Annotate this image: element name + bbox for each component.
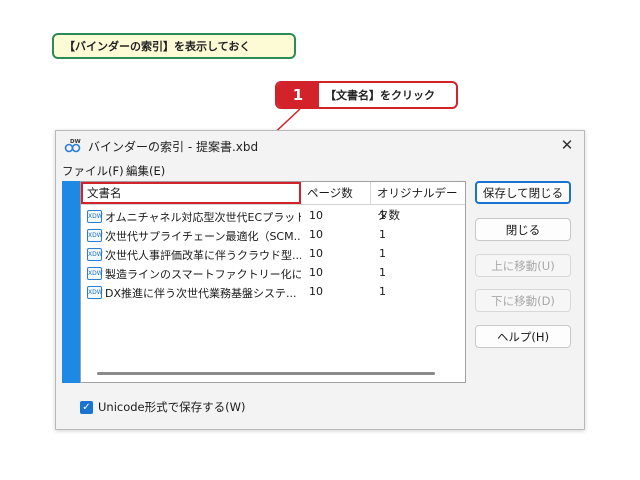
- table-row[interactable]: XDW 次世代人事評価改革に伴うクラウド型... 10 1: [81, 245, 465, 264]
- move-up-button[interactable]: 上に移動(U): [475, 254, 571, 277]
- save-and-close-button[interactable]: 保存して閉じる: [475, 181, 571, 204]
- row-document-name: 次世代人事評価改革に伴うクラウド型...: [105, 249, 301, 262]
- row-original-data: 1: [379, 266, 386, 279]
- xdw-document-icon: XDW: [87, 286, 103, 299]
- row-document-name: DX推進に伴う次世代業務基盤システ...: [105, 287, 297, 300]
- menu-bar: ファイル(F) 編集(E): [56, 161, 584, 179]
- row-document-name: オムニチャネル対応型次世代ECプラット...: [105, 211, 301, 224]
- xdw-document-icon: XDW: [87, 267, 103, 280]
- row-document-name: 次世代サプライチェーン最適化（SCM...: [105, 230, 301, 243]
- row-original-data: 1: [379, 247, 386, 260]
- close-icon[interactable]: ✕: [556, 134, 578, 156]
- highlight-box: [81, 182, 301, 204]
- help-button[interactable]: ヘルプ(H): [475, 325, 571, 348]
- column-header-original-data[interactable]: オリジナルデータ数: [371, 182, 465, 222]
- table-row[interactable]: XDW 次世代サプライチェーン最適化（SCM... 10 1: [81, 226, 465, 245]
- column-header-pages[interactable]: ページ数: [301, 182, 371, 204]
- unicode-checkbox-label: Unicode形式で保存する(W): [98, 400, 246, 414]
- list-header: 文書名 ページ数 オリジナルデータ数: [81, 182, 465, 222]
- instruction-text: 【バインダーの索引】を表示しておく: [64, 40, 251, 53]
- binder-index-dialog: DW バインダーの索引 - 提案書.xbd ✕ ファイル(F) 編集(E) 文書…: [55, 130, 585, 430]
- move-down-button[interactable]: 下に移動(D): [475, 289, 571, 312]
- step-callout: 1 【文書名】をクリック: [275, 81, 458, 109]
- step-number: 1: [277, 83, 319, 107]
- close-button[interactable]: 閉じる: [475, 218, 571, 241]
- table-row[interactable]: XDW オムニチャネル対応型次世代ECプラット... 10 1: [81, 207, 465, 226]
- dialog-title: バインダーの索引 - 提案書.xbd: [88, 140, 259, 154]
- row-pages: 10: [309, 209, 323, 222]
- step-text: 【文書名】をクリック: [325, 89, 435, 102]
- xdw-document-icon: XDW: [87, 229, 103, 242]
- row-original-data: 1: [379, 228, 386, 241]
- row-document-name: 製造ラインのスマートファクトリー化に伴う...: [105, 268, 301, 281]
- title-bar: DW バインダーの索引 - 提案書.xbd ✕: [56, 131, 584, 159]
- selection-strip: [62, 181, 80, 383]
- row-pages: 10: [309, 247, 323, 260]
- instruction-banner: 【バインダーの索引】を表示しておく: [52, 33, 296, 59]
- row-pages: 10: [309, 285, 323, 298]
- row-pages: 10: [309, 228, 323, 241]
- table-row[interactable]: XDW DX推進に伴う次世代業務基盤システ... 10 1: [81, 283, 465, 302]
- row-original-data: 1: [379, 285, 386, 298]
- xdw-document-icon: XDW: [87, 210, 103, 223]
- horizontal-scrollbar[interactable]: [97, 372, 435, 375]
- menu-edit[interactable]: 編集(E): [126, 163, 165, 179]
- row-pages: 10: [309, 266, 323, 279]
- unicode-checkbox-row[interactable]: ✓ Unicode形式で保存する(W): [80, 399, 245, 415]
- xdw-document-icon: XDW: [87, 248, 103, 261]
- docuworks-app-icon: DW: [64, 139, 81, 153]
- table-row[interactable]: XDW 製造ラインのスマートファクトリー化に伴う... 10 1: [81, 264, 465, 283]
- menu-file[interactable]: ファイル(F): [62, 163, 124, 179]
- document-list[interactable]: 文書名 ページ数 オリジナルデータ数 XDW オムニチャネル対応型次世代ECプラ…: [80, 181, 466, 383]
- row-original-data: 1: [379, 209, 386, 222]
- unicode-checkbox[interactable]: ✓: [80, 400, 93, 414]
